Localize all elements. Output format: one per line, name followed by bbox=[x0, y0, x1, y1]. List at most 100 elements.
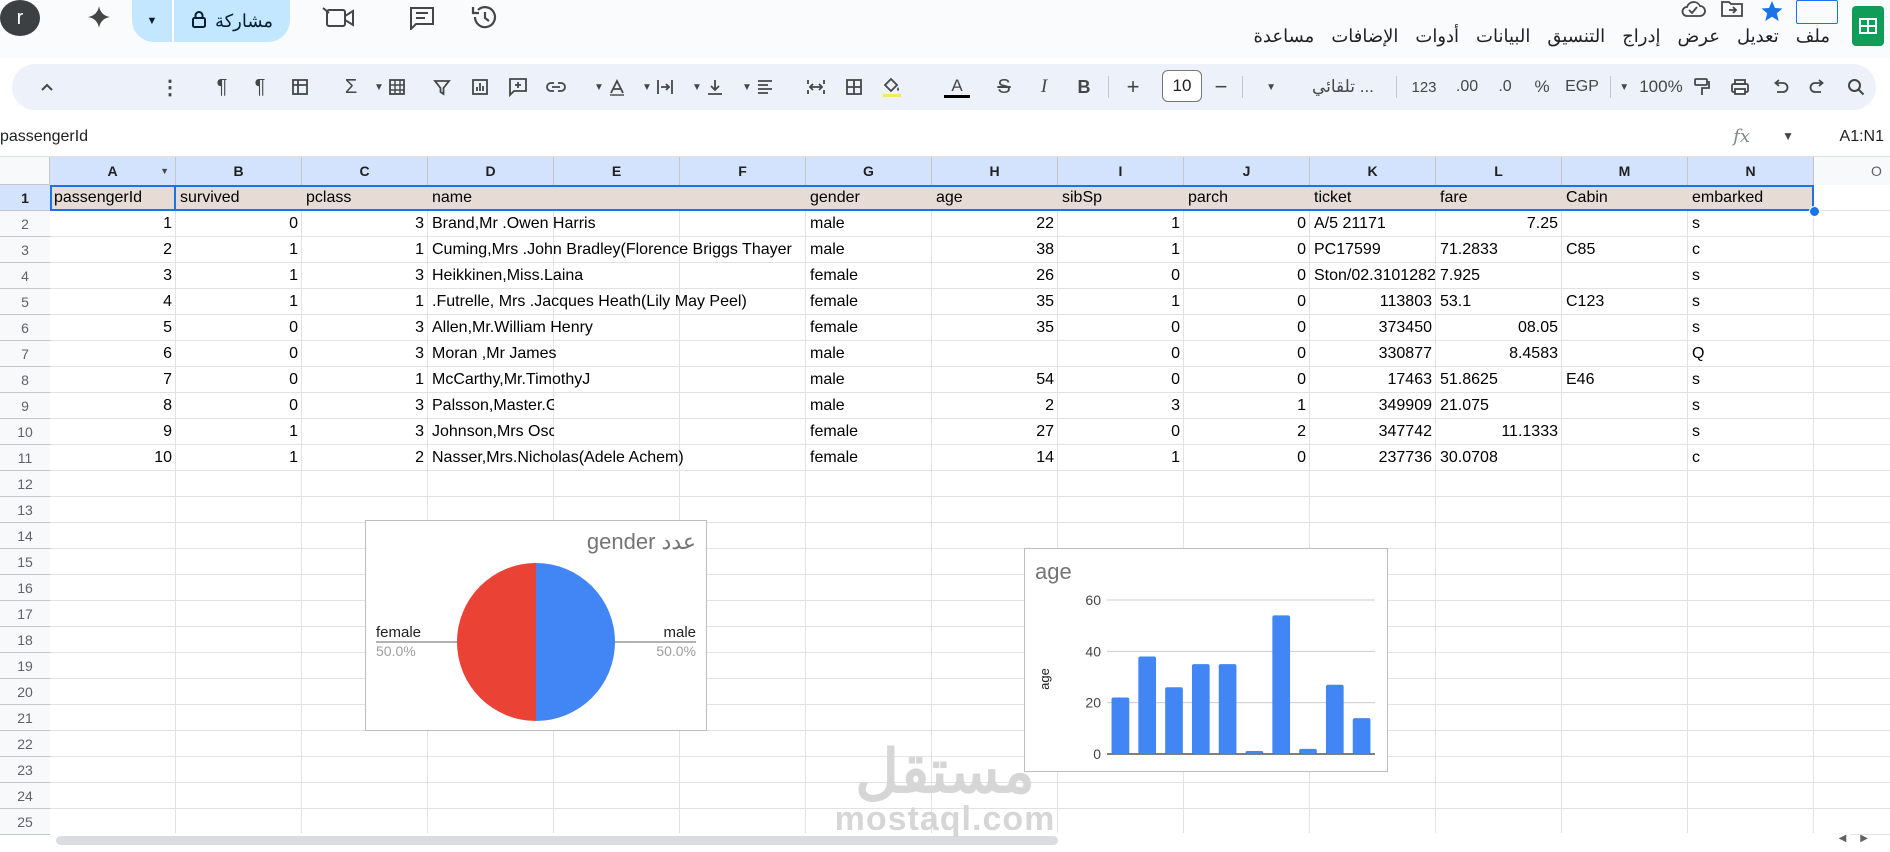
share-dropdown-button[interactable]: ▼ bbox=[132, 0, 172, 42]
table-cell[interactable]: 7.25 bbox=[1436, 211, 1562, 237]
table-cell[interactable]: 3 bbox=[302, 419, 428, 445]
table-cell[interactable]: 1 bbox=[176, 263, 302, 289]
collapse-toolbar-button[interactable] bbox=[34, 64, 60, 110]
horizontal-scrollbar-thumb[interactable] bbox=[56, 836, 1058, 845]
column-header-f[interactable]: F bbox=[680, 157, 806, 185]
table-cell[interactable]: 0 bbox=[176, 341, 302, 367]
header-cell[interactable]: pclass bbox=[302, 185, 428, 211]
table-cell[interactable]: 35 bbox=[932, 315, 1058, 341]
table-cell[interactable]: female bbox=[806, 419, 932, 445]
table-cell[interactable]: s bbox=[1688, 289, 1814, 315]
table-cell[interactable]: 0 bbox=[1184, 315, 1310, 341]
insert-chart-icon[interactable] bbox=[466, 64, 494, 110]
row-header-23[interactable]: 23 bbox=[0, 757, 50, 783]
header-cell[interactable]: name bbox=[428, 185, 806, 211]
row-header-18[interactable]: 18 bbox=[0, 627, 50, 653]
comments-icon[interactable] bbox=[406, 4, 438, 32]
meet-icon[interactable] bbox=[320, 4, 356, 32]
table-cell[interactable]: 1 bbox=[1058, 211, 1184, 237]
text-wrap-button[interactable]: ▼ bbox=[638, 64, 678, 110]
column-header-b[interactable]: B bbox=[176, 157, 302, 185]
table-cell[interactable]: 2 bbox=[932, 393, 1058, 419]
insert-link-icon[interactable] bbox=[542, 64, 570, 110]
text-rotation-button[interactable]: ▼ bbox=[590, 64, 630, 110]
table-cell[interactable]: 3 bbox=[50, 263, 176, 289]
horizontal-align-button[interactable]: ▼ bbox=[738, 64, 778, 110]
row-header-13[interactable]: 13 bbox=[0, 497, 50, 523]
table-cell[interactable]: 0 bbox=[1058, 419, 1184, 445]
table-cell[interactable]: male bbox=[806, 211, 932, 237]
functions-button[interactable]: Σ bbox=[338, 64, 364, 110]
table-cell[interactable]: 3 bbox=[302, 315, 428, 341]
version-history-icon[interactable] bbox=[468, 2, 500, 32]
percent-format-button[interactable]: % bbox=[1530, 64, 1554, 110]
table-cell[interactable]: 10 bbox=[50, 445, 176, 471]
cloud-saved-icon[interactable] bbox=[1680, 0, 1708, 22]
table-cell[interactable]: female bbox=[806, 263, 932, 289]
table-cell[interactable]: 3 bbox=[302, 211, 428, 237]
menu-insert[interactable]: إدراج bbox=[1622, 26, 1660, 47]
table-cell[interactable]: 2 bbox=[302, 445, 428, 471]
avatar[interactable]: r bbox=[0, 0, 40, 36]
more-options-button[interactable]: ⋮ bbox=[160, 64, 180, 110]
table-cell[interactable] bbox=[932, 341, 1058, 367]
table-cell[interactable]: 3 bbox=[302, 341, 428, 367]
table-cell[interactable]: 2 bbox=[1184, 419, 1310, 445]
table-cell[interactable]: female bbox=[806, 315, 932, 341]
table-cell[interactable]: 0 bbox=[176, 315, 302, 341]
table-cell[interactable]: 1 bbox=[302, 367, 428, 393]
star-icon[interactable] bbox=[1760, 0, 1788, 22]
row-header-10[interactable]: 10 bbox=[0, 419, 50, 445]
table-cell[interactable]: s bbox=[1688, 211, 1814, 237]
table-cell[interactable]: 3 bbox=[1058, 393, 1184, 419]
row-header-24[interactable]: 24 bbox=[0, 783, 50, 809]
column-header-k[interactable]: K bbox=[1310, 157, 1436, 185]
table-cell[interactable] bbox=[1562, 211, 1688, 237]
column-header-h[interactable]: H bbox=[932, 157, 1058, 185]
bar-4[interactable] bbox=[1191, 664, 1210, 754]
formula-input[interactable]: passengerId bbox=[0, 128, 88, 146]
table-cell[interactable]: 347742 bbox=[1310, 419, 1436, 445]
select-all-corner[interactable] bbox=[0, 157, 50, 185]
bar-10[interactable] bbox=[1352, 718, 1371, 754]
table-cell[interactable]: PC17599 bbox=[1310, 237, 1436, 263]
row-header-12[interactable]: 12 bbox=[0, 471, 50, 497]
row-header-7[interactable]: 7 bbox=[0, 341, 50, 367]
table-cell[interactable]: 1 bbox=[176, 445, 302, 471]
table-cell[interactable]: c bbox=[1688, 445, 1814, 471]
bar-1[interactable] bbox=[1111, 697, 1130, 754]
table-cell[interactable]: Moran ,Mr James bbox=[428, 341, 806, 367]
bar-7[interactable] bbox=[1272, 615, 1291, 754]
table-cell[interactable]: C123 bbox=[1562, 289, 1688, 315]
column-header-g[interactable]: G bbox=[806, 157, 932, 185]
gemini-icon[interactable] bbox=[82, 2, 116, 32]
table-cell[interactable]: Allen,Mr.William Henry bbox=[428, 315, 806, 341]
column-menu-icon[interactable]: ▼ bbox=[160, 166, 169, 176]
row-header-6[interactable]: 6 bbox=[0, 315, 50, 341]
row-header-19[interactable]: 19 bbox=[0, 653, 50, 679]
table-cell[interactable]: 373450 bbox=[1310, 315, 1436, 341]
text-direction-rtl-button[interactable]: ¶ bbox=[208, 64, 236, 110]
undo-icon[interactable] bbox=[1766, 64, 1794, 110]
table-cell[interactable]: 1 bbox=[1058, 237, 1184, 263]
table-cell[interactable]: 71.2833 bbox=[1436, 237, 1562, 263]
table-cell[interactable]: male bbox=[806, 341, 932, 367]
table-cell[interactable]: 3 bbox=[302, 263, 428, 289]
column-header-l[interactable]: L bbox=[1436, 157, 1562, 185]
font-size-increase-button[interactable]: + bbox=[1118, 64, 1148, 110]
table-cell[interactable]: 26 bbox=[932, 263, 1058, 289]
table-cell[interactable]: male bbox=[806, 393, 932, 419]
pie-slice-male[interactable] bbox=[536, 563, 615, 721]
column-header-n[interactable]: N bbox=[1688, 157, 1814, 185]
column-header-e[interactable]: E bbox=[554, 157, 680, 185]
table-cell[interactable]: 14 bbox=[932, 445, 1058, 471]
menu-file[interactable]: ملف bbox=[1796, 26, 1830, 47]
table-cell[interactable]: s bbox=[1688, 419, 1814, 445]
table-cell[interactable] bbox=[1562, 445, 1688, 471]
table-cell[interactable]: 1 bbox=[1058, 289, 1184, 315]
table-cell[interactable]: E46 bbox=[1562, 367, 1688, 393]
table-cell[interactable]: c bbox=[1688, 237, 1814, 263]
table-cell[interactable]: 0 bbox=[1184, 263, 1310, 289]
row-header-16[interactable]: 16 bbox=[0, 575, 50, 601]
row-header-11[interactable]: 11 bbox=[0, 445, 50, 471]
